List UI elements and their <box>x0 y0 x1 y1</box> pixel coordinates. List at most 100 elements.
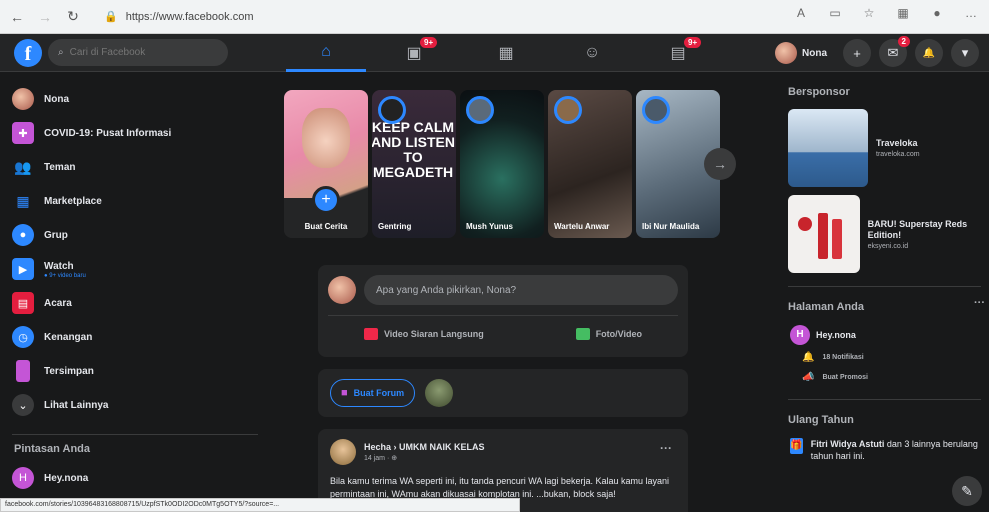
facebook-top-nav: f ⌕ ⌂ ▣ 9+ ▦ ☺ ▤ 9+ Nona + ✉ 2 🔔 <box>0 34 989 72</box>
bell-icon: 🔔 <box>922 47 936 59</box>
rooms-bar: ■ Buat Forum <box>318 369 688 417</box>
ad-traveloka[interactable]: Traveloka traveloka.com <box>780 108 989 188</box>
story-name: Mush Yunus <box>466 222 513 231</box>
ad-title: BARU! Superstay Reds Edition! <box>867 218 968 240</box>
story-photo <box>302 108 350 168</box>
page-initial-icon: H <box>12 467 34 489</box>
tab-home[interactable]: ⌂ <box>286 34 366 72</box>
stories-next-button[interactable]: → <box>704 148 736 180</box>
notifications-button[interactable]: 🔔 <box>915 39 943 67</box>
sidebar-item-see-more[interactable]: ⌄ Lihat Lainnya <box>0 388 270 422</box>
account-menu-button[interactable]: ▾ <box>951 39 979 67</box>
new-message-button[interactable]: ✎ <box>952 476 982 506</box>
bell-icon: 🔔 <box>802 351 815 363</box>
ad-title: Traveloka <box>876 138 918 148</box>
create-button[interactable]: + <box>843 39 871 67</box>
chevron-down-icon: ▾ <box>961 45 969 60</box>
birthday-notice[interactable]: 🎁 Fitri Widya Astuti dan 3 lainnya berul… <box>780 438 989 462</box>
post-timestamp[interactable]: 14 jam · ⊕ <box>364 454 485 462</box>
events-icon: ▤ <box>12 292 34 314</box>
collections-icon[interactable]: ▦ <box>895 6 911 24</box>
favorite-star-icon[interactable]: ☆ <box>861 6 877 24</box>
memories-icon: ◷ <box>12 326 34 348</box>
plus-icon[interactable]: + <box>312 186 340 214</box>
ad-superstay[interactable]: BARU! Superstay Reds Edition! eksyeni.co… <box>780 194 989 274</box>
tab-watch[interactable]: ▣ 9+ <box>374 34 454 72</box>
product-bottle <box>832 219 842 259</box>
birthday-person: Fitri Widya Astuti <box>810 439 885 449</box>
reload-button[interactable]: ↻ <box>62 6 84 28</box>
facebook-logo[interactable]: f <box>14 39 42 67</box>
sidebar-item-events[interactable]: ▤ Acara <box>0 286 270 320</box>
live-video-button[interactable]: Video Siaran Langsung <box>352 322 496 346</box>
groups-icon: ☺ <box>583 44 601 61</box>
sidebar-item-friends[interactable]: 👥 Teman <box>0 150 270 184</box>
story-name: Wartelu Anwar <box>554 222 610 231</box>
right-sidebar: Bersponsor Traveloka traveloka.com BARU!… <box>780 82 989 462</box>
sidebar-item-marketplace[interactable]: ▦ Marketplace <box>0 184 270 218</box>
post-composer: Apa yang Anda pikirkan, Nona? Video Siar… <box>318 265 688 357</box>
tab-gaming[interactable]: ▤ 9+ <box>638 34 718 72</box>
read-aloud-icon[interactable]: A <box>793 6 809 24</box>
sidebar-item-covid[interactable]: ✚ COVID-19: Pusat Informasi <box>0 116 270 150</box>
story-create[interactable]: + Buat Cerita <box>284 90 368 238</box>
photo-video-label: Foto/Video <box>595 329 643 339</box>
pages-more-icon[interactable]: ··· <box>974 297 985 309</box>
watch-icon: ▣ <box>406 45 422 62</box>
profile-chip[interactable]: Nona <box>773 40 835 66</box>
back-button[interactable]: ← <box>6 6 28 28</box>
live-video-label: Video Siaran Langsung <box>383 329 484 339</box>
reading-view-icon[interactable]: ▭ <box>827 6 843 24</box>
page-initial-icon: H <box>790 325 810 345</box>
sidebar-item-label: Lihat Lainnya <box>44 399 109 411</box>
search-input[interactable] <box>69 47 210 58</box>
sidebar-item-groups[interactable]: ● Grup <box>0 218 270 252</box>
avatar[interactable] <box>330 439 356 465</box>
avatar <box>12 88 34 110</box>
tab-groups[interactable]: ☺ <box>552 34 632 72</box>
page-heynona[interactable]: H Hey.nona <box>780 323 989 347</box>
gaming-badge: 9+ <box>684 37 702 48</box>
story-card[interactable]: Mush Yunus <box>460 90 544 238</box>
messenger-badge: 2 <box>897 36 910 47</box>
sidebar-item-shortcut-heynona[interactable]: H Hey.nona <box>0 461 270 495</box>
sidebar-item-profile[interactable]: Nona <box>0 82 270 116</box>
story-card[interactable]: KEEP CALM AND LISTEN TO MEGADETH Gentrin… <box>372 90 456 238</box>
gift-icon: 🎁 <box>790 438 803 454</box>
address-bar[interactable]: 🔒 https://www.facebook.com <box>104 5 664 29</box>
post-author[interactable]: Hecha › UMKM NAIK KELAS <box>364 442 485 452</box>
page-name: Hey.nona <box>816 330 856 340</box>
plus-icon: + <box>853 45 861 61</box>
photo-icon <box>575 328 590 340</box>
composer-input[interactable]: Apa yang Anda pikirkan, Nona? <box>364 275 678 305</box>
post-more-icon[interactable]: ··· <box>660 441 672 455</box>
sidebar-item-watch[interactable]: ▶ Watch ● 9+ video baru <box>0 252 270 286</box>
sidebar-item-saved[interactable]: Tersimpan <box>0 354 270 388</box>
story-card[interactable]: Wartelu Anwar <box>548 90 632 238</box>
create-room-button[interactable]: ■ Buat Forum <box>330 379 416 407</box>
page-notifications-link[interactable]: 🔔 18 Notifikasi <box>780 347 989 367</box>
shortcuts-heading: Pintasan Anda <box>14 443 90 455</box>
sidebar-item-memories[interactable]: ◷ Kenangan <box>0 320 270 354</box>
profile-icon[interactable]: ● <box>929 6 945 24</box>
arrow-right-icon: → <box>713 156 727 172</box>
sidebar-item-label: Teman <box>44 161 76 173</box>
birthdays-heading: Ulang Tahun <box>788 414 854 426</box>
sidebar-divider <box>788 286 981 287</box>
edit-icon: ✎ <box>961 483 973 499</box>
watch-new-videos: ● 9+ video baru <box>44 272 86 279</box>
messenger-button[interactable]: ✉ 2 <box>879 36 910 67</box>
profile-name: Nona <box>802 47 827 59</box>
sidebar-item-label: Marketplace <box>44 195 102 207</box>
browser-menu-icon[interactable]: … <box>963 6 979 24</box>
search-box[interactable]: ⌕ <box>48 39 228 66</box>
story-create-label: Buat Cerita <box>304 222 348 231</box>
forward-button[interactable]: → <box>34 6 56 28</box>
tab-marketplace[interactable]: ▦ <box>466 34 546 72</box>
page-promote-link[interactable]: 📣 Buat Promosi <box>780 367 989 387</box>
home-icon: ⌂ <box>321 42 331 60</box>
your-pages-heading: Halaman Anda <box>788 301 865 313</box>
photo-video-button[interactable]: Foto/Video <box>564 322 654 346</box>
ad-image <box>788 195 860 273</box>
avatar[interactable] <box>425 379 454 407</box>
